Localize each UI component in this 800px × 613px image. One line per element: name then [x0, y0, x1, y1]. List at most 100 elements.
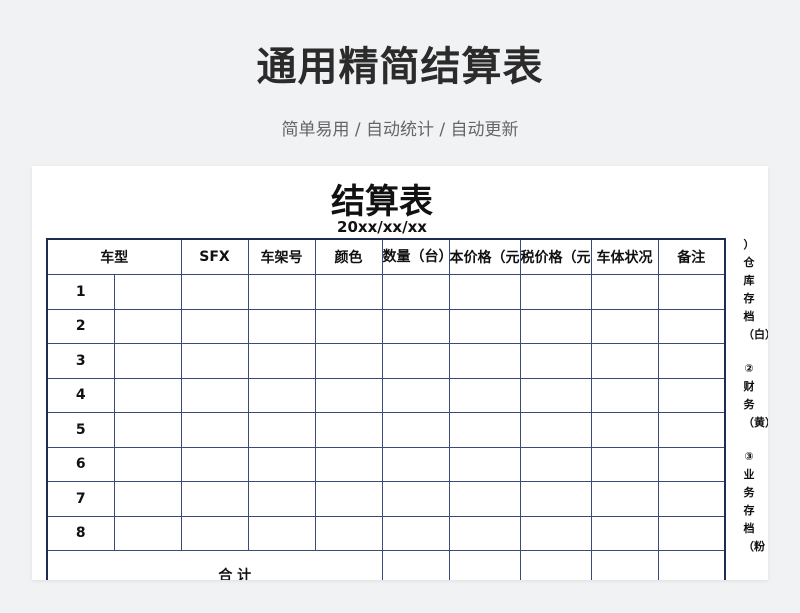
- table-row: 5: [46, 412, 726, 448]
- table-cell[interactable]: [113, 274, 182, 310]
- table-cell[interactable]: [314, 343, 383, 379]
- table-cell[interactable]: [657, 343, 726, 379]
- table-cell[interactable]: [519, 446, 592, 482]
- table-cell[interactable]: [590, 343, 659, 379]
- table-cell[interactable]: [590, 550, 659, 580]
- table-cell[interactable]: [448, 481, 521, 517]
- table-cell[interactable]: [519, 550, 592, 580]
- row-number: 3: [46, 343, 115, 379]
- table-cell[interactable]: [381, 308, 450, 344]
- side-note-item: ②财务（黄）: [743, 362, 768, 429]
- table-cell[interactable]: [448, 446, 521, 482]
- table-cell[interactable]: [180, 515, 249, 551]
- table-cell[interactable]: [314, 481, 383, 517]
- header-tax-price: 税价格（元: [519, 238, 592, 275]
- table-cell[interactable]: [657, 446, 726, 482]
- table-cell[interactable]: [314, 515, 383, 551]
- table-cell[interactable]: [381, 274, 450, 310]
- table-cell[interactable]: [657, 481, 726, 517]
- table-cell[interactable]: [448, 274, 521, 310]
- side-notes: ）仓库存档（白） ②财务（黄） ③业务存档（粉: [738, 236, 768, 572]
- page-title: 通用精简结算表: [256, 44, 544, 90]
- table-cell[interactable]: [381, 446, 450, 482]
- table-cell[interactable]: [247, 308, 316, 344]
- table-cell[interactable]: [381, 481, 450, 517]
- table-cell[interactable]: [519, 377, 592, 413]
- table-cell[interactable]: [180, 343, 249, 379]
- table-cell[interactable]: [314, 308, 383, 344]
- table-cell[interactable]: [590, 308, 659, 344]
- table-cell[interactable]: [247, 481, 316, 517]
- table-cell[interactable]: [657, 515, 726, 551]
- table-row: 8: [46, 515, 726, 551]
- table-cell[interactable]: [448, 550, 521, 580]
- table-cell[interactable]: [519, 515, 592, 551]
- table-cell[interactable]: [590, 515, 659, 551]
- table-cell[interactable]: [381, 343, 450, 379]
- table-cell[interactable]: [657, 550, 726, 580]
- table-cell[interactable]: [180, 308, 249, 344]
- side-note-item: ）仓库存档（白）: [743, 238, 768, 341]
- table-row: 3: [46, 343, 726, 379]
- table-cell[interactable]: [113, 515, 182, 551]
- table-cell[interactable]: [448, 343, 521, 379]
- header-quantity: 数量（台）: [381, 238, 450, 275]
- header-row: 车型 SFX 车架号 颜色 数量（台） 本价格（元 税价格（元 车体状况 备注: [46, 238, 726, 275]
- table-cell[interactable]: [247, 377, 316, 413]
- row-number: 6: [46, 446, 115, 482]
- table-cell[interactable]: [519, 308, 592, 344]
- table-cell[interactable]: [180, 274, 249, 310]
- total-label: 合 计: [46, 550, 383, 580]
- table-cell[interactable]: [519, 412, 592, 448]
- table-cell[interactable]: [381, 377, 450, 413]
- table-cell[interactable]: [448, 515, 521, 551]
- table-cell[interactable]: [247, 343, 316, 379]
- table-cell[interactable]: [657, 308, 726, 344]
- table-cell[interactable]: [314, 377, 383, 413]
- table-cell[interactable]: [314, 412, 383, 448]
- table-cell[interactable]: [381, 550, 450, 580]
- header-body-condition: 车体状况: [590, 238, 659, 275]
- table-cell[interactable]: [180, 446, 249, 482]
- table-cell[interactable]: [247, 412, 316, 448]
- table-cell[interactable]: [113, 412, 182, 448]
- table-cell[interactable]: [448, 377, 521, 413]
- header-model: 车型: [46, 238, 182, 275]
- table-cell[interactable]: [448, 308, 521, 344]
- row-number: 4: [46, 377, 115, 413]
- table-cell[interactable]: [247, 446, 316, 482]
- table-cell[interactable]: [247, 274, 316, 310]
- table-row: 7: [46, 481, 726, 517]
- table-cell[interactable]: [113, 308, 182, 344]
- row-number: 5: [46, 412, 115, 448]
- table-cell[interactable]: [590, 481, 659, 517]
- table-cell[interactable]: [113, 481, 182, 517]
- table-cell[interactable]: [590, 412, 659, 448]
- table-cell[interactable]: [519, 481, 592, 517]
- table-cell[interactable]: [381, 515, 450, 551]
- table-cell[interactable]: [590, 446, 659, 482]
- table-cell[interactable]: [590, 274, 659, 310]
- table-cell[interactable]: [247, 515, 316, 551]
- table-cell[interactable]: [590, 377, 659, 413]
- table-cell[interactable]: [180, 412, 249, 448]
- header-remarks: 备注: [657, 238, 726, 275]
- table-cell[interactable]: [448, 412, 521, 448]
- row-number: 2: [46, 308, 115, 344]
- table-cell[interactable]: [314, 274, 383, 310]
- table-cell[interactable]: [314, 446, 383, 482]
- table-cell[interactable]: [180, 481, 249, 517]
- table-cell[interactable]: [113, 377, 182, 413]
- table-cell[interactable]: [113, 446, 182, 482]
- table-cell[interactable]: [657, 274, 726, 310]
- table-cell[interactable]: [381, 412, 450, 448]
- settlement-table: 车型 SFX 车架号 颜色 数量（台） 本价格（元 税价格（元 车体状况 备注 …: [46, 238, 726, 580]
- header-color: 颜色: [314, 238, 383, 275]
- table-cell[interactable]: [519, 274, 592, 310]
- table-cell[interactable]: [180, 377, 249, 413]
- table-cell[interactable]: [657, 377, 726, 413]
- spreadsheet-preview: 结算表 20xx/xx/xx 车型 SFX 车架号 颜色 数量（台） 本价格（元…: [32, 166, 768, 580]
- table-cell[interactable]: [113, 343, 182, 379]
- table-cell[interactable]: [519, 343, 592, 379]
- table-cell[interactable]: [657, 412, 726, 448]
